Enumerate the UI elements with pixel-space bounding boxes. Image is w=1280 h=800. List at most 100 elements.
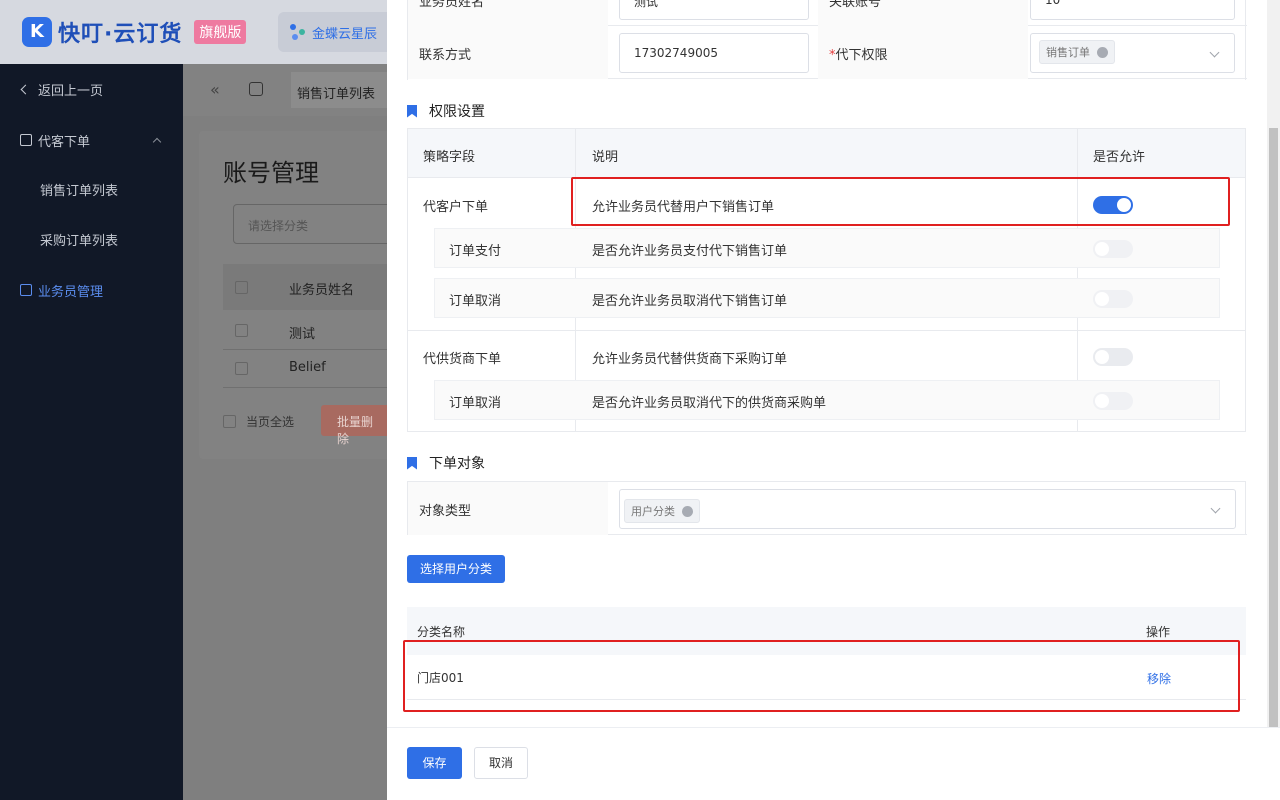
- select-all[interactable]: 当页全选: [223, 413, 294, 430]
- perm-field: 代供货商下单: [423, 352, 502, 367]
- name-input[interactable]: 测试: [619, 0, 809, 20]
- home-icon[interactable]: [249, 82, 263, 96]
- perm-desc: 是否允许业务员取消代下销售订单: [592, 294, 788, 309]
- cancel-button[interactable]: 取消: [474, 747, 528, 779]
- sidebar-item-label: 销售订单列表: [40, 183, 119, 199]
- perm-desc: 是否允许业务员取消代下的供货商采购单: [592, 396, 827, 411]
- form-row-target-type: 对象类型 用户分类: [408, 482, 1247, 535]
- perm-toggle-order-pay[interactable]: [1093, 240, 1133, 258]
- toggle-knob: [1095, 394, 1109, 408]
- sidebar: 返回上一页 代客下单 销售订单列表 采购订单列表 业务员管理: [0, 64, 183, 800]
- row-checkbox[interactable]: [235, 362, 248, 375]
- account-label: 关联账号: [818, 0, 1028, 26]
- chevron-down-icon: [1209, 47, 1220, 58]
- chevron-up-icon: [152, 137, 162, 147]
- tag-label: 销售订单: [1046, 46, 1090, 59]
- form-row-contact: 联系方式 17302749005 *代下权限 销售订单: [408, 26, 1247, 79]
- tag-close-icon[interactable]: [1097, 46, 1108, 58]
- select-all-checkbox[interactable]: [223, 415, 236, 428]
- app-name: 快叮·云订货: [58, 22, 183, 47]
- perm-toggle-order-cancel[interactable]: [1093, 290, 1133, 308]
- proxy-perm-label: *代下权限: [818, 26, 1028, 79]
- tag-label: 用户分类: [631, 505, 675, 518]
- bulk-delete-button[interactable]: 批量删除: [321, 405, 391, 446]
- scrollbar-thumb[interactable]: [1269, 128, 1278, 727]
- perm-field: 代客户下单: [423, 200, 489, 215]
- perm-field: 订单取消: [449, 294, 502, 309]
- page-title: 账号管理: [223, 159, 319, 187]
- target-type-label: 对象类型: [408, 482, 608, 535]
- target-type-tag: 用户分类: [624, 499, 700, 523]
- back-arrow-icon: [20, 84, 31, 94]
- select-user-category-button[interactable]: 选择用户分类: [407, 555, 505, 583]
- perm-toggle-proxy-supplier-order[interactable]: [1093, 348, 1133, 366]
- category-select[interactable]: 请选择分类: [233, 204, 413, 244]
- row-name: Belief: [289, 360, 326, 375]
- row-divider: [408, 330, 1245, 331]
- back-label: 返回上一页: [38, 83, 104, 99]
- org-name: 金蝶云星辰: [312, 26, 378, 42]
- row-name: 测试: [289, 327, 316, 342]
- header-checkbox[interactable]: [235, 281, 248, 294]
- perm-toggle-supplier-order-cancel[interactable]: [1093, 392, 1133, 410]
- save-button[interactable]: 保存: [407, 747, 462, 779]
- order-icon: [20, 134, 32, 146]
- proxy-perm-tag: 销售订单: [1039, 40, 1115, 64]
- column-header-desc: 说明: [592, 150, 619, 165]
- basic-info-form: 业务员姓名 测试 关联账号 10 联系方式 17302749005 *代下权限 …: [407, 0, 1247, 80]
- column-header-field: 策略字段: [423, 150, 476, 165]
- column-header-name: 业务员姓名: [289, 283, 355, 298]
- tag-close-icon[interactable]: [682, 505, 693, 517]
- drawer-footer: 保存 取消: [387, 727, 1280, 800]
- target-section-title: 下单对象: [407, 453, 485, 473]
- bookmark-icon: [407, 104, 417, 118]
- perm-section-label: 权限设置: [429, 104, 485, 120]
- annotation-highlight: [571, 177, 1230, 226]
- perm-field: 订单取消: [449, 396, 502, 411]
- drawer-body: 业务员姓名 测试 关联账号 10 联系方式 17302749005 *代下权限 …: [387, 0, 1280, 727]
- permission-table: 策略字段 说明 是否允许 代客户下单 允许业务员代替用户下销售订单 订单支付 是…: [407, 128, 1246, 432]
- column-header-category-name: 分类名称: [417, 625, 466, 639]
- org-icon: [290, 24, 306, 40]
- toggle-knob: [1095, 350, 1109, 364]
- logo-icon: K: [22, 17, 52, 47]
- app-logo[interactable]: K 快叮·云订货 旗舰版: [22, 16, 247, 48]
- sidebar-item-label: 采购订单列表: [40, 233, 119, 249]
- column-header-action: 操作: [1146, 625, 1171, 639]
- toggle-knob: [1095, 242, 1109, 256]
- sidebar-group-label: 代客下单: [38, 134, 91, 150]
- scrollbar[interactable]: [1267, 0, 1280, 727]
- bookmark-icon: [407, 456, 417, 470]
- form-row-name: 业务员姓名 测试 关联账号 10: [408, 0, 1247, 26]
- name-label: 业务员姓名: [408, 0, 608, 26]
- contact-input[interactable]: 17302749005: [619, 33, 809, 73]
- sidebar-group-proxy-order[interactable]: 代客下单: [0, 120, 183, 160]
- sidebar-item-label: 业务员管理: [38, 284, 104, 300]
- chevron-down-icon: [1210, 503, 1221, 514]
- perm-desc: 是否允许业务员支付代下销售订单: [592, 244, 788, 259]
- perm-desc: 允许业务员代替供货商下采购订单: [592, 352, 788, 367]
- toggle-knob: [1095, 292, 1109, 306]
- permission-table-header: 策略字段 说明 是否允许: [408, 129, 1245, 178]
- salesman-edit-drawer: 业务员姓名 测试 关联账号 10 联系方式 17302749005 *代下权限 …: [387, 0, 1280, 800]
- contact-label: 联系方式: [408, 26, 608, 79]
- select-all-label: 当页全选: [246, 415, 295, 429]
- collapse-icon[interactable]: «: [210, 80, 220, 99]
- user-icon: [20, 284, 32, 296]
- edition-badge: 旗舰版: [194, 20, 247, 44]
- proxy-perm-text: 代下权限: [835, 48, 888, 63]
- proxy-perm-select[interactable]: 销售订单: [1030, 33, 1235, 73]
- target-type-select[interactable]: 用户分类: [619, 489, 1236, 529]
- perm-field: 订单支付: [449, 244, 502, 259]
- back-link[interactable]: 返回上一页: [0, 69, 183, 109]
- row-checkbox[interactable]: [235, 324, 248, 337]
- target-form: 对象类型 用户分类: [407, 481, 1247, 535]
- column-header-allow: 是否允许: [1093, 150, 1146, 165]
- annotation-highlight: [403, 640, 1240, 712]
- perm-section-title: 权限设置: [407, 101, 485, 121]
- sidebar-item-sales-orders[interactable]: 销售订单列表: [0, 169, 183, 209]
- sidebar-item-purchase-orders[interactable]: 采购订单列表: [0, 219, 183, 259]
- sidebar-item-salesman-mgmt[interactable]: 业务员管理: [0, 270, 183, 310]
- account-input[interactable]: 10: [1030, 0, 1235, 20]
- target-section-label: 下单对象: [429, 456, 485, 472]
